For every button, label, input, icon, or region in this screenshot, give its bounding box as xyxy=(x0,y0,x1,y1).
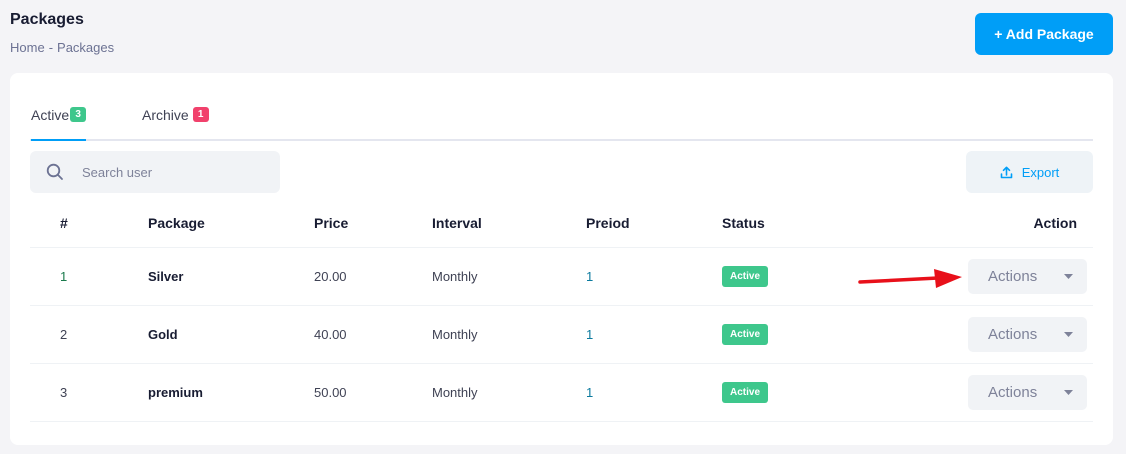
row-number: 1 xyxy=(30,247,148,306)
row-package: Gold xyxy=(148,305,314,364)
table-header-row: # Package Price Interval Preiod Status A… xyxy=(30,199,1093,248)
caret-down-icon xyxy=(1064,389,1073,395)
breadcrumb-current: Packages xyxy=(57,40,115,55)
search-box xyxy=(30,151,280,193)
row-period: 1 xyxy=(586,247,722,306)
column-header-number: # xyxy=(30,199,148,248)
row-price: 20.00 xyxy=(314,247,432,306)
upload-icon xyxy=(1000,166,1013,178)
column-header-package: Package xyxy=(148,199,314,248)
export-button[interactable]: Export xyxy=(966,151,1093,193)
table-row: 2 Gold 40.00 Monthly 1 Active Actions xyxy=(30,305,1093,364)
column-header-period: Preiod xyxy=(586,199,722,248)
packages-card: Active 3 Archive 1 Export # Package Pric… xyxy=(10,73,1113,445)
status-badge: Active xyxy=(722,265,769,287)
tab-bar: Active 3 Archive 1 xyxy=(30,95,1093,141)
row-number: 3 xyxy=(30,363,148,422)
tab-active[interactable]: Active 3 xyxy=(31,107,87,141)
search-icon xyxy=(46,163,63,180)
tab-archive[interactable]: Archive 1 xyxy=(142,107,209,139)
row-action-cell: Actions xyxy=(842,305,1093,364)
export-label: Export xyxy=(1021,164,1060,180)
row-action-cell: Actions xyxy=(842,363,1093,422)
column-header-status: Status xyxy=(722,199,842,248)
annotation-arrow-icon xyxy=(858,269,962,288)
caret-down-icon xyxy=(1064,331,1073,337)
tab-archive-count-badge: 1 xyxy=(192,107,209,122)
caret-down-icon xyxy=(1064,273,1073,279)
row-period: 1 xyxy=(586,305,722,364)
row-interval: Monthly xyxy=(432,247,586,306)
row-price: 40.00 xyxy=(314,305,432,364)
column-header-action: Action xyxy=(842,199,1093,248)
row-number: 2 xyxy=(30,305,148,364)
actions-label: Actions xyxy=(988,267,1038,285)
breadcrumb: Home - Packages xyxy=(10,40,114,55)
breadcrumb-separator: - xyxy=(48,40,54,55)
add-package-button[interactable]: + Add Package xyxy=(975,13,1113,55)
tab-archive-label: Archive xyxy=(142,107,189,123)
status-badge: Active xyxy=(722,323,769,345)
tab-active-count-badge: 3 xyxy=(70,107,87,122)
row-status-cell: Active xyxy=(722,305,842,364)
actions-dropdown-button[interactable]: Actions xyxy=(968,258,1087,294)
breadcrumb-home[interactable]: Home xyxy=(10,40,45,55)
actions-dropdown-button[interactable]: Actions xyxy=(968,316,1087,352)
tab-active-label: Active xyxy=(31,107,70,123)
packages-table: # Package Price Interval Preiod Status A… xyxy=(30,199,1093,422)
row-status-cell: Active xyxy=(722,363,842,422)
actions-label: Actions xyxy=(988,383,1038,401)
row-interval: Monthly xyxy=(432,305,586,364)
row-package: Silver xyxy=(148,247,314,306)
column-header-interval: Interval xyxy=(432,199,586,248)
row-status-cell: Active xyxy=(722,247,842,306)
table-row: 3 premium 50.00 Monthly 1 Active Actions xyxy=(30,363,1093,422)
search-input[interactable] xyxy=(82,164,252,180)
page-title: Packages xyxy=(10,11,84,28)
row-package: premium xyxy=(148,363,314,422)
row-interval: Monthly xyxy=(432,363,586,422)
status-badge: Active xyxy=(722,381,769,403)
row-price: 50.00 xyxy=(314,363,432,422)
actions-label: Actions xyxy=(988,325,1038,343)
column-header-price: Price xyxy=(314,199,432,248)
row-period: 1 xyxy=(586,363,722,422)
actions-dropdown-button[interactable]: Actions xyxy=(968,374,1087,410)
